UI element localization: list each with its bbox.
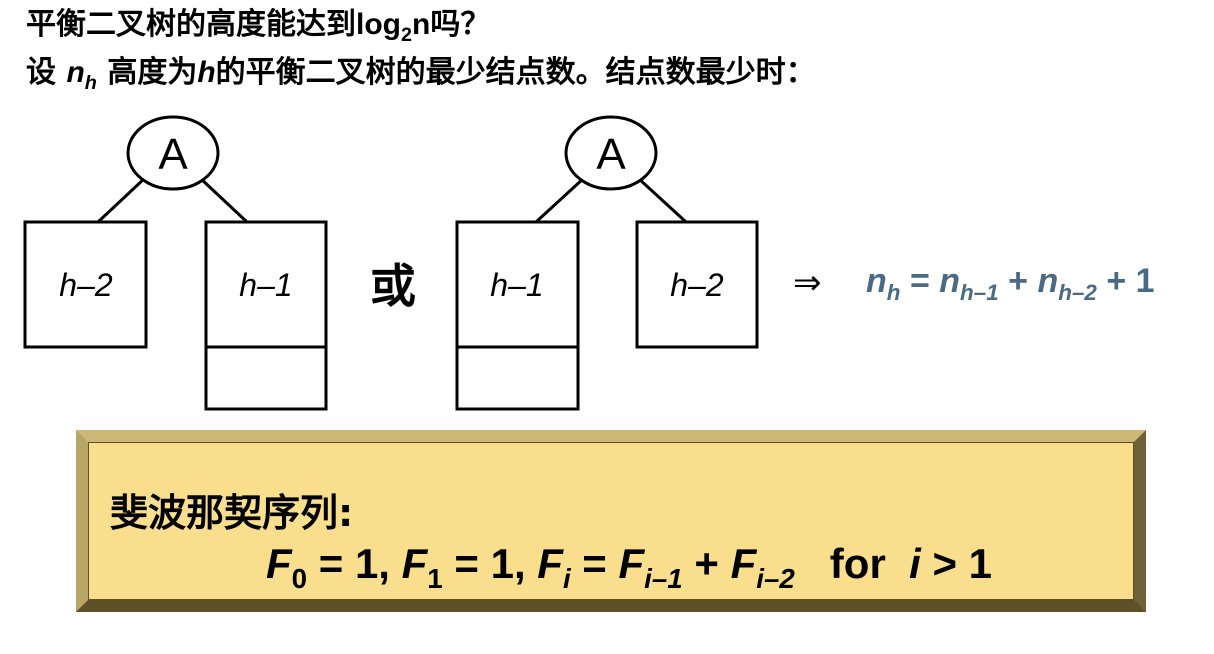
right-tree-left-edge (534, 176, 586, 224)
recurrence-n: n (866, 262, 887, 300)
right-tree-extra-level (455, 345, 580, 411)
f1-subscript: 1 (427, 562, 443, 594)
recurrence-term2-sub: h–2 (1058, 279, 1097, 305)
fa-symbol: F (618, 540, 645, 587)
left-tree-root-label: A (158, 130, 188, 179)
or-label: 或 (370, 259, 416, 313)
recurrence-n-sub: h (886, 279, 901, 305)
left-tree-left-label: h–2 (59, 267, 113, 303)
right-tree: A h–1 h–2 (455, 115, 759, 411)
for-keyword: for (794, 540, 910, 587)
f0-symbol: F (266, 540, 292, 587)
left-tree-right-label: h–1 (239, 267, 292, 303)
left-tree-left-edge (96, 176, 147, 224)
recurrence-formula: nh = nh–1 + nh–2 + 1 (866, 262, 1155, 305)
right-tree-right-label: h–2 (670, 267, 724, 303)
fb-subscript: i–2 (756, 562, 795, 594)
condition-variable: i (909, 540, 921, 587)
implies-arrow: ⇒ (793, 263, 822, 303)
f1-symbol: F (401, 540, 428, 587)
left-tree-right-edge (198, 176, 249, 224)
fi-equals: = (570, 540, 619, 587)
right-tree-right-edge (636, 176, 688, 224)
recurrence-term1-sub: h–1 (960, 279, 999, 305)
fibonacci-plus: + (682, 540, 731, 587)
fa-subscript: i–1 (644, 562, 683, 594)
fi-symbol: F (537, 540, 563, 587)
recurrence-term2: n (1037, 262, 1059, 300)
left-tree: A h–2 h–1 (23, 115, 328, 411)
left-tree-extra-level (204, 345, 328, 411)
fibonacci-title: 斐波那契序列: (110, 491, 354, 535)
fibonacci-box: 斐波那契序列: F0 = 1, F1 = 1, Fi = Fi–1 + Fi–2… (76, 430, 1146, 612)
f0-value: = 1, (307, 540, 402, 587)
condition-rest: > 1 (920, 540, 993, 587)
fb-symbol: F (730, 540, 757, 587)
fi-subscript: i (562, 562, 571, 594)
f0-subscript: 0 (291, 562, 308, 594)
fibonacci-formula: F0 = 1, F1 = 1, Fi = Fi–1 + Fi–2 for i >… (266, 540, 993, 594)
f1-value: = 1, (442, 540, 538, 587)
recurrence-tail: + 1 (1096, 262, 1155, 300)
recurrence-term1: n (939, 262, 961, 300)
right-tree-left-label: h–1 (490, 267, 543, 303)
recurrence-plus: + (998, 262, 1038, 300)
right-tree-root-label: A (596, 130, 626, 179)
recurrence-equals: = (900, 262, 940, 300)
